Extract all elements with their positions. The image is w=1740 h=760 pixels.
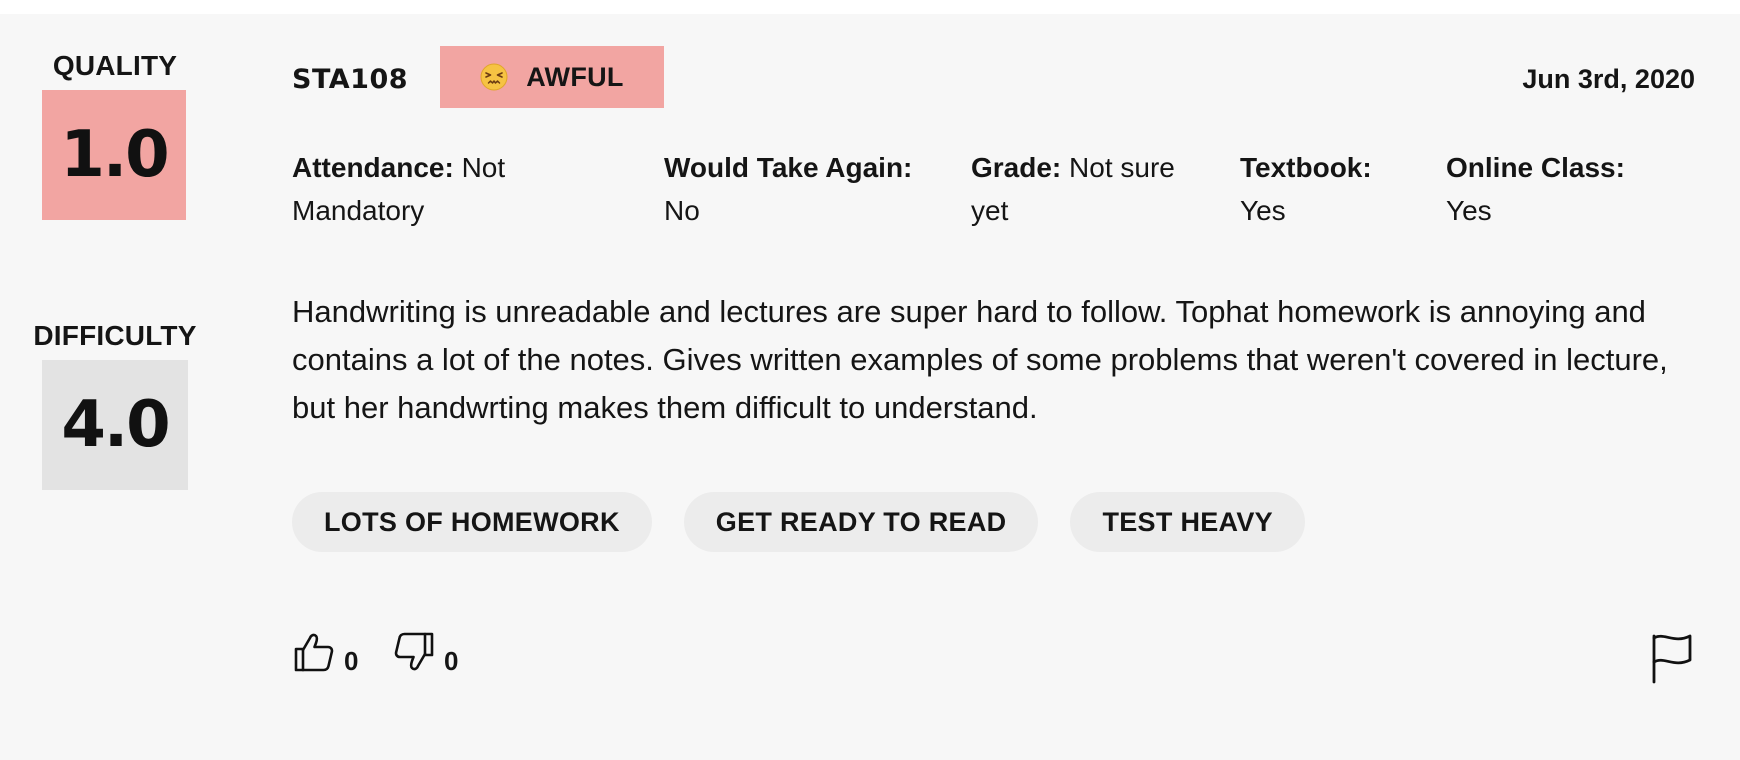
meta-online-class: Online Class: Yes: [1446, 146, 1666, 232]
quality-score-box: 1.0: [42, 90, 186, 220]
flag-icon[interactable]: [1648, 632, 1696, 684]
emotion-label: AWFUL: [526, 61, 624, 92]
difficulty-label: DIFFICULTY: [33, 320, 197, 351]
online-class-value: Yes: [1446, 195, 1492, 226]
would-take-again-value: No: [664, 195, 700, 226]
attendance-key: Attendance:: [292, 152, 454, 183]
grade-key: Grade:: [971, 152, 1062, 183]
meta-grade: Grade: Not sure yet: [971, 146, 1201, 232]
thumbs-up-icon: [294, 633, 334, 672]
tag-test-heavy: TEST HEAVY: [1070, 492, 1305, 552]
helpful-button[interactable]: 0: [292, 630, 358, 674]
thumbs-down-icon: [394, 632, 434, 671]
not-helpful-button[interactable]: 0: [392, 630, 458, 674]
review-comment: Handwriting is unreadable and lectures a…: [292, 294, 1668, 425]
review-tags: LOTS OF HOMEWORK GET READY TO READ TEST …: [292, 492, 1305, 552]
quality-label: QUALITY: [52, 50, 178, 81]
meta-would-take-again: Would Take Again: No: [664, 146, 944, 232]
tag-lots-of-homework: LOTS OF HOMEWORK: [292, 492, 652, 552]
meta-textbook: Textbook: Yes: [1240, 146, 1420, 232]
rating-column: QUALITY 1.0 DIFFICULTY 4.0: [0, 14, 230, 760]
meta-attendance: Attendance: Not Mandatory: [292, 146, 572, 232]
review-date: Jun 3rd, 2020: [1522, 64, 1695, 94]
tag-get-ready-to-read: GET READY TO READ: [683, 492, 1039, 552]
helpful-count: 0: [344, 646, 359, 676]
not-helpful-count: 0: [444, 646, 459, 676]
textbook-key: Textbook:: [1240, 152, 1372, 183]
rating-card: QUALITY 1.0 DIFFICULTY 4.0 STA108 AWFUL …: [0, 14, 1740, 760]
tired-face-emoji-icon: [480, 63, 508, 91]
course-name: STA108: [292, 64, 409, 95]
difficulty-score-box: 4.0: [42, 360, 188, 490]
online-class-key: Online Class:: [1446, 152, 1625, 183]
emotion-badge: AWFUL: [440, 46, 664, 108]
would-take-again-key: Would Take Again:: [664, 152, 913, 183]
textbook-value: Yes: [1240, 195, 1286, 226]
